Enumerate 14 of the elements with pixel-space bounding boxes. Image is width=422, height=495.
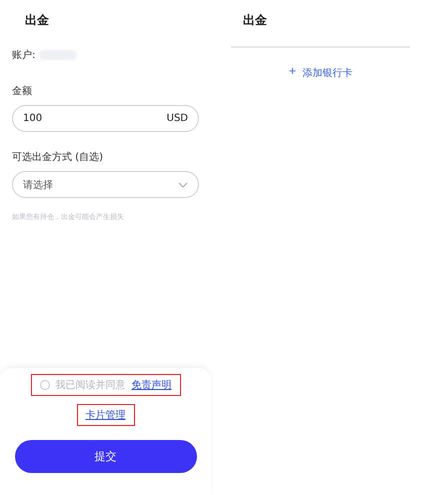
- chevron-down-icon: [178, 182, 188, 188]
- submit-button[interactable]: 提交: [14, 440, 196, 473]
- page-title: 出金: [242, 12, 268, 29]
- disclaimer-link[interactable]: 免责声明: [132, 378, 172, 392]
- account-label: 账户:: [12, 48, 36, 62]
- method-label: 可选出金方式 (自选): [12, 150, 104, 164]
- card-management-link[interactable]: 卡片管理: [86, 408, 126, 422]
- page-title: 出金: [24, 12, 50, 29]
- agree-text: 我已阅读并同意: [56, 378, 126, 392]
- method-select[interactable]: 请选择: [12, 171, 199, 198]
- agree-radio[interactable]: [40, 380, 50, 390]
- amount-field[interactable]: 100 USD: [12, 105, 199, 132]
- amount-label: 金额: [12, 84, 33, 98]
- add-card-link[interactable]: + 添加银行卡: [288, 66, 353, 80]
